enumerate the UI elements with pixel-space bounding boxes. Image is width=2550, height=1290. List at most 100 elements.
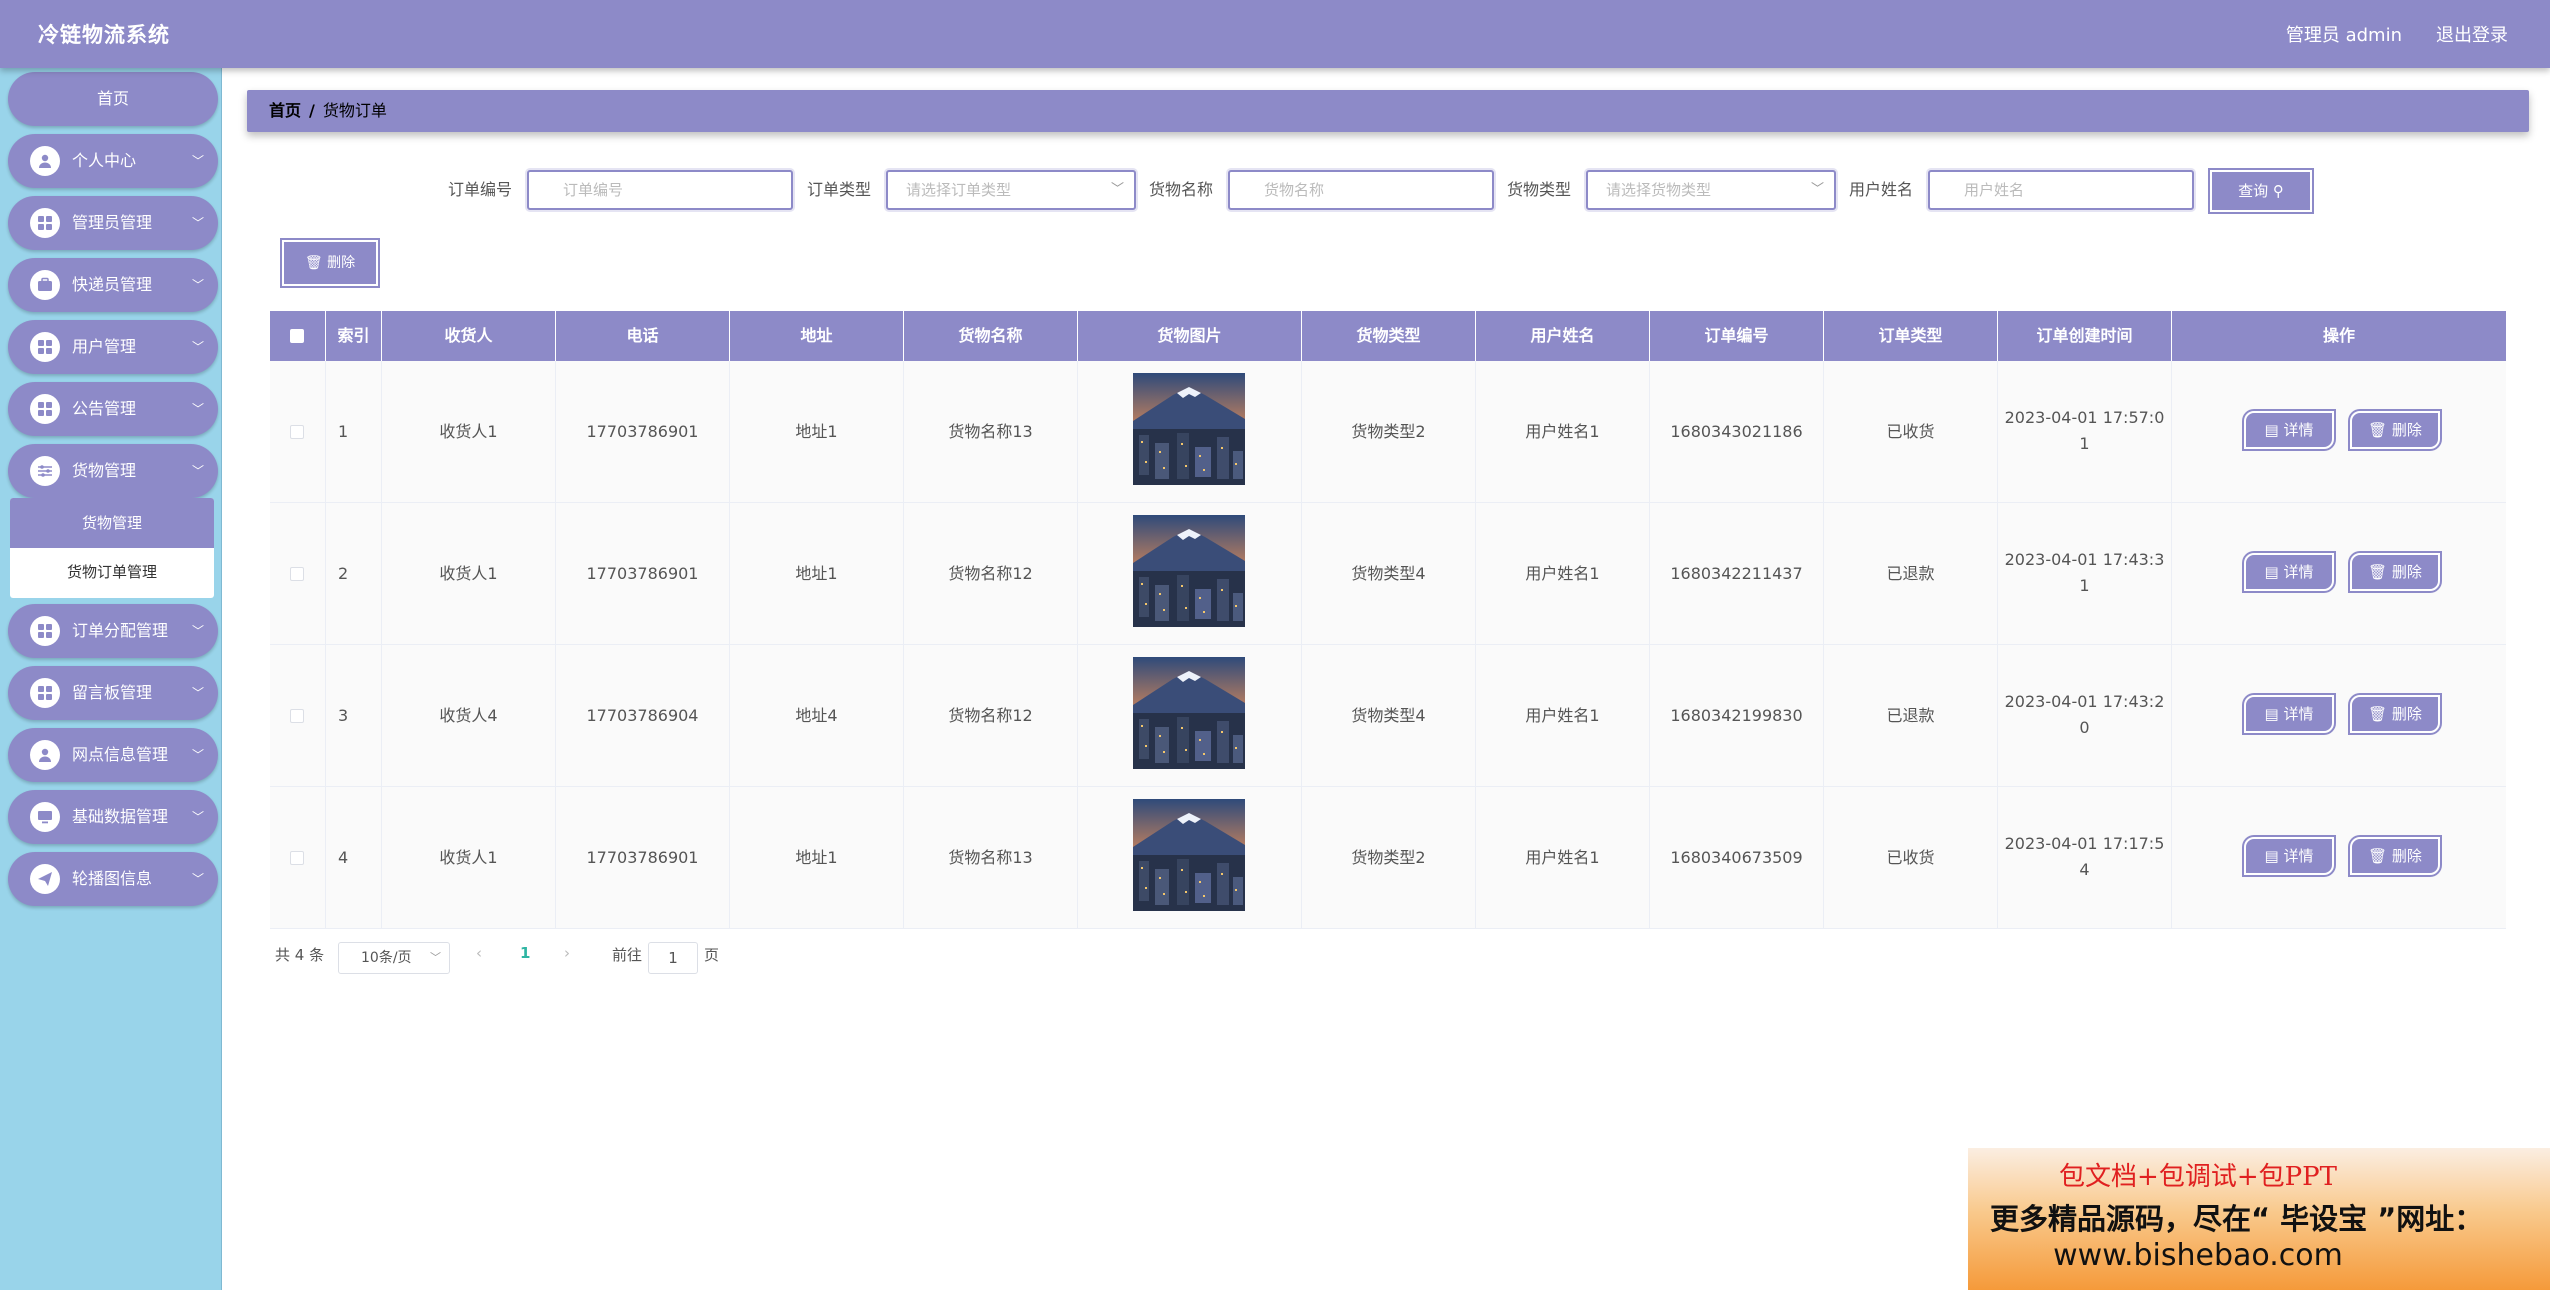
- grid-icon: [30, 208, 60, 238]
- chevron-down-icon: ﹀: [191, 278, 204, 292]
- row-checkbox[interactable]: [290, 709, 304, 723]
- page-number-current[interactable]: 1: [520, 944, 530, 962]
- created-time-line-2: 4: [2079, 860, 2090, 879]
- row-checkbox[interactable]: [290, 425, 304, 439]
- cell-address: 地址1: [730, 361, 904, 503]
- detail-button-label: 详情: [2283, 421, 2314, 439]
- header-address: 地址: [730, 311, 904, 361]
- send-icon: [30, 864, 60, 894]
- detail-button[interactable]: ▤ 详情: [2244, 553, 2334, 591]
- sidebar-item-admin-management[interactable]: 管理员管理 ﹀: [8, 196, 218, 250]
- sidebar-item-order-allocation[interactable]: 订单分配管理 ﹀: [8, 604, 218, 658]
- chevron-down-icon: ﹀: [191, 464, 204, 478]
- goods-thumbnail: [1133, 799, 1245, 911]
- created-time-cell: 2023-04-01 17:57:0 1: [1998, 361, 2172, 503]
- user-name-input[interactable]: 用户姓名: [1928, 170, 2194, 210]
- order-type-select[interactable]: 请选择订单类型 ﹀: [886, 170, 1136, 210]
- search-icon: ⚲: [2272, 182, 2284, 200]
- cell-receiver: 收货人1: [382, 503, 556, 645]
- cell-receiver: 收货人1: [382, 361, 556, 503]
- cell-goods-name: 货物名称12: [904, 645, 1078, 787]
- person-icon: [30, 740, 60, 770]
- created-time-line-2: 1: [2079, 434, 2090, 453]
- ad-line-2: 更多精品源码，尽在“ 毕设宝 ”网址：: [1990, 1202, 2484, 1236]
- actions-cell: ▤ 详情 🗑 删除: [2172, 645, 2506, 787]
- row-checkbox[interactable]: [290, 851, 304, 865]
- ad-line-1: 包文档+包调试+包PPT: [2059, 1162, 2337, 1192]
- sidebar-item-notice-management[interactable]: 公告管理 ﹀: [8, 382, 218, 436]
- goods-type-select[interactable]: 请选择货物类型 ﹀: [1586, 170, 1836, 210]
- header-user-name: 用户姓名: [1476, 311, 1650, 361]
- submenu-item-goods[interactable]: 货物管理: [10, 498, 214, 548]
- goods-name-input[interactable]: 货物名称: [1228, 170, 1494, 210]
- page-size-select[interactable]: 10条/页 ﹀: [338, 942, 450, 974]
- goods-thumbnail: [1133, 515, 1245, 627]
- sidebar-item-carousel[interactable]: 轮播图信息 ﹀: [8, 852, 218, 906]
- sidebar-item-home[interactable]: 首页: [8, 72, 218, 126]
- trash-icon: 🗑: [304, 255, 323, 271]
- sidebar: 首页 个人中心 ﹀ 管理员管理 ﹀ 快递员管理 ﹀ 用户管理 ﹀ 公告管理 ﹀ …: [0, 68, 222, 1290]
- sidebar-item-basic-data[interactable]: 基础数据管理 ﹀: [8, 790, 218, 844]
- row-select-cell: [270, 787, 326, 929]
- cell-address: 地址1: [730, 503, 904, 645]
- row-checkbox[interactable]: [290, 567, 304, 581]
- delete-button[interactable]: 🗑 删除: [2350, 411, 2440, 449]
- cell-goods-type: 货物类型4: [1302, 503, 1476, 645]
- detail-button[interactable]: ▤ 详情: [2244, 695, 2334, 733]
- detail-button[interactable]: ▤ 详情: [2244, 411, 2334, 449]
- goto-page-input[interactable]: 1: [648, 942, 698, 974]
- order-no-label: 订单编号: [448, 180, 513, 199]
- goods-type-placeholder: 请选择货物类型: [1606, 181, 1712, 199]
- select-all-checkbox[interactable]: [290, 329, 304, 343]
- query-button[interactable]: 查询 ⚲: [2210, 170, 2312, 212]
- header-goods-image: 货物图片: [1078, 311, 1302, 361]
- detail-button-label: 详情: [2283, 563, 2314, 581]
- grid-icon: [30, 678, 60, 708]
- order-no-input[interactable]: 订单编号: [527, 170, 793, 210]
- cell-order-no: 1680340673509: [1650, 787, 1824, 929]
- header-order-no: 订单编号: [1650, 311, 1824, 361]
- cell-phone: 17703786901: [556, 361, 730, 503]
- breadcrumb-home[interactable]: 首页: [269, 90, 301, 132]
- sidebar-item-user-management[interactable]: 用户管理 ﹀: [8, 320, 218, 374]
- detail-button[interactable]: ▤ 详情: [2244, 837, 2334, 875]
- sidebar-item-goods-management[interactable]: 货物管理 ﹀: [8, 444, 218, 498]
- detail-button-label: 详情: [2283, 705, 2314, 723]
- sidebar-item-message-board[interactable]: 留言板管理 ﹀: [8, 666, 218, 720]
- chevron-down-icon: ﹀: [191, 624, 204, 638]
- page-size-value: 10条/页: [361, 950, 412, 966]
- prev-page-icon[interactable]: ‹: [476, 944, 482, 962]
- chevron-down-icon: ﹀: [191, 340, 204, 354]
- sidebar-item-courier-management[interactable]: 快递员管理 ﹀: [8, 258, 218, 312]
- sidebar-item-label: 留言板管理: [72, 683, 153, 702]
- document-icon: ▤: [2264, 421, 2284, 439]
- cell-phone: 17703786901: [556, 503, 730, 645]
- detail-button-label: 详情: [2283, 847, 2314, 865]
- submenu-item-goods-orders[interactable]: 货物订单管理: [10, 548, 214, 596]
- document-icon: ▤: [2264, 563, 2284, 581]
- delete-button-label: 删除: [2391, 421, 2422, 439]
- delete-button-label: 删除: [2391, 847, 2422, 865]
- sidebar-item-personal-center[interactable]: 个人中心 ﹀: [8, 134, 218, 188]
- breadcrumb: 首页 / 货物订单: [247, 90, 2529, 132]
- created-time-line-2: 1: [2079, 576, 2090, 595]
- sidebar-item-label: 用户管理: [72, 337, 137, 356]
- cell-index: 3: [326, 645, 382, 787]
- delete-button[interactable]: 🗑 删除: [2350, 695, 2440, 733]
- cell-user-name: 用户姓名1: [1476, 787, 1650, 929]
- next-page-icon[interactable]: ›: [564, 944, 570, 962]
- goods-thumbnail: [1133, 657, 1245, 769]
- actions-cell: ▤ 详情 🗑 删除: [2172, 361, 2506, 503]
- batch-delete-button[interactable]: 🗑 删除: [282, 240, 378, 286]
- trash-icon: 🗑: [2368, 563, 2392, 581]
- logout-link[interactable]: 退出登录: [2436, 21, 2508, 47]
- query-button-label: 查询: [2238, 182, 2269, 200]
- delete-button[interactable]: 🗑 删除: [2350, 837, 2440, 875]
- cell-user-name: 用户姓名1: [1476, 645, 1650, 787]
- created-time-line-2: 0: [2079, 718, 2090, 737]
- sidebar-item-outlet-info[interactable]: 网点信息管理 ﹀: [8, 728, 218, 782]
- delete-button-label: 删除: [2391, 705, 2422, 723]
- order-type-placeholder: 请选择订单类型: [906, 181, 1012, 199]
- delete-button[interactable]: 🗑 删除: [2350, 553, 2440, 591]
- goto-suffix: 页: [704, 946, 720, 964]
